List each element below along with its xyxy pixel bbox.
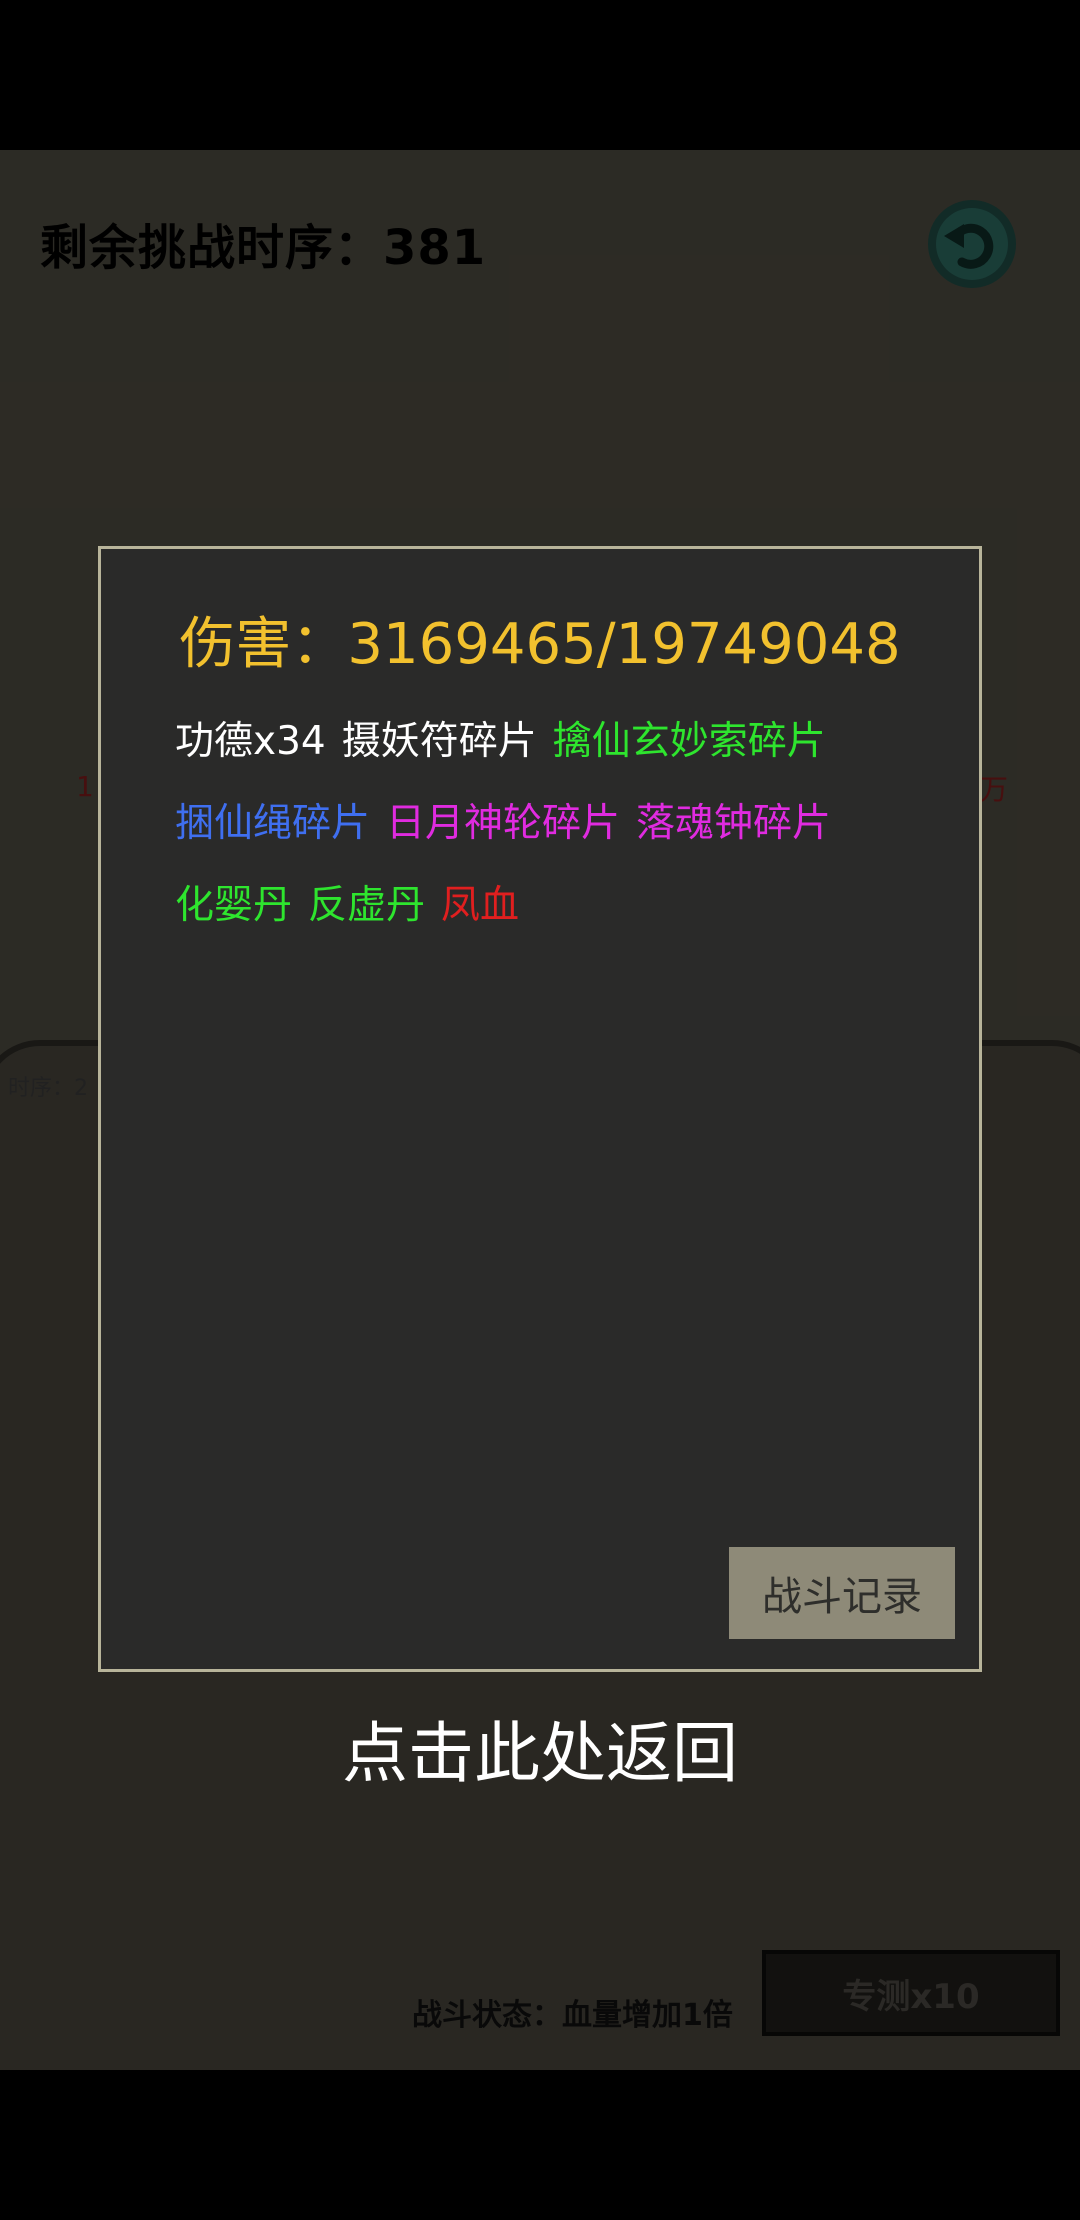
reward-list: 功德x34 摄妖符碎片 擒仙玄妙索碎片 捆仙绳碎片 日月神轮碎片 落魂钟碎片 化婴丹 反虚丹凤… [175,701,935,947]
reward-item: 日月神轮碎片 [386,801,621,846]
battle-log-button[interactable]: 战斗记录 [729,1547,955,1639]
reward-item: 凤血 [441,883,520,928]
reward-item: 摄妖符碎片 [341,719,537,764]
reward-line: 化婴丹 反虚丹 凤血 [175,865,935,947]
reward-line: 功德x34 摄妖符碎片 擒仙玄妙索碎片 [175,701,935,783]
damage-title: 伤害：3169465/19749048 [179,612,901,677]
reward-line: 捆仙绳碎片 日月神轮碎片 落魂钟碎片 [175,783,935,865]
navigation-bar [0,2070,1080,2220]
reward-item: 捆仙绳碎片 [175,801,371,846]
tap-to-return-text[interactable]: 点击此处返回 [0,1700,1080,1796]
reward-item: 功德x34 [175,719,326,764]
reward-item: 落魂钟碎片 [636,801,832,846]
reward-item: 擒仙玄妙索碎片 [552,719,826,764]
reward-item: 化婴丹 [175,883,293,928]
reward-item: 反虚丹 [308,883,426,928]
battle-result-dialog: 伤害：3169465/19749048 功德x34 摄妖符碎片 擒仙玄妙索碎片捆仙绳… [98,546,982,1672]
screen: 剩余挑战时序：381 1 万 时序：2 战斗状态：血量增加1倍 专测x10 伤害… [0,0,1080,2220]
status-bar [0,0,1080,150]
